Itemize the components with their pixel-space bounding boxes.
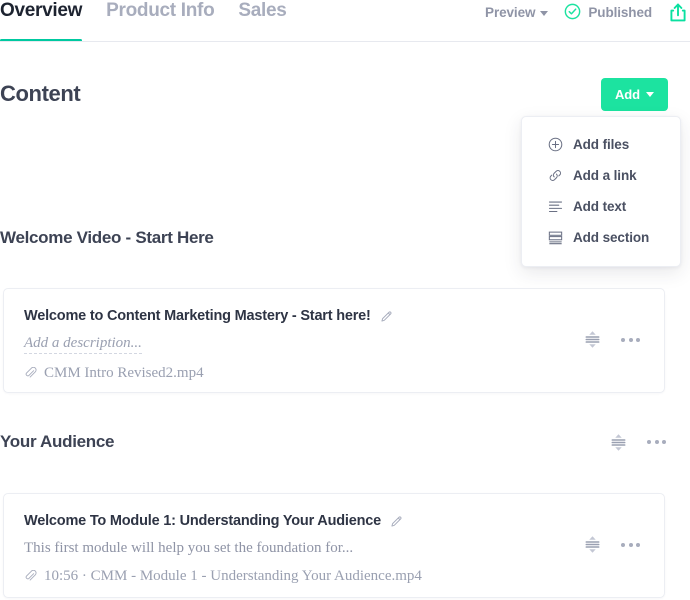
paperclip-icon (24, 367, 37, 380)
plus-circle-icon (548, 137, 563, 152)
menu-label: Add a link (573, 168, 637, 183)
published-status[interactable]: Published (564, 3, 652, 23)
card-description[interactable]: This first module will help you set the … (24, 540, 584, 557)
content-item-card[interactable]: Welcome to Content Marketing Mastery - S… (3, 288, 665, 393)
chevron-down-icon (646, 92, 654, 97)
share-upload-icon[interactable] (668, 2, 688, 23)
tab-divider (0, 41, 690, 42)
tab-product-info[interactable]: Product Info (106, 0, 215, 42)
section-stack-icon (548, 230, 563, 245)
page-title: Content (0, 81, 81, 106)
add-dropdown-menu: Add files Add a link Add text Add sectio… (521, 116, 681, 267)
tab-list: Overview Product Info Sales (0, 0, 287, 42)
preview-label: Preview (485, 5, 536, 20)
card-title: Welcome To Module 1: Understanding Your … (24, 513, 381, 529)
tab-sales[interactable]: Sales (238, 0, 286, 42)
more-horizontal-icon[interactable] (619, 539, 642, 551)
pencil-icon[interactable] (380, 310, 393, 323)
text-lines-icon (548, 199, 563, 214)
top-tab-bar: Overview Product Info Sales Preview Publ… (0, 0, 690, 42)
check-circle-icon (564, 3, 581, 23)
card-file-text: CMM Intro Revised2.mp4 (44, 365, 204, 381)
card-actions (584, 330, 642, 349)
add-button-label: Add (615, 86, 640, 102)
card-file-text: 10:56 · CMM - Module 1 - Understanding Y… (44, 568, 422, 584)
card-title: Welcome to Content Marketing Mastery - S… (24, 308, 371, 324)
published-label: Published (588, 5, 652, 20)
top-right-controls: Preview Published (485, 2, 688, 23)
add-button[interactable]: Add (601, 77, 668, 111)
paperclip-icon (24, 570, 37, 583)
section-title: Welcome Video - Start Here (0, 228, 214, 247)
card-file-meta: 10:56 · CMM - Module 1 - Understanding Y… (24, 568, 584, 585)
card-content: Welcome To Module 1: Understanding Your … (24, 513, 584, 585)
content-header: Content Add (0, 76, 690, 112)
drag-handle-icon[interactable] (584, 330, 601, 349)
chevron-down-icon (540, 11, 549, 16)
pencil-icon[interactable] (390, 515, 403, 528)
link-icon (548, 168, 563, 183)
section-header-your-audience: Your Audience (0, 432, 690, 452)
menu-item-add-files[interactable]: Add files (522, 129, 680, 160)
tab-overview[interactable]: Overview (0, 0, 82, 42)
card-actions (584, 535, 642, 554)
menu-item-add-section[interactable]: Add section (522, 222, 680, 253)
card-description[interactable]: Add a description... (24, 335, 142, 354)
content-item-card[interactable]: Welcome To Module 1: Understanding Your … (3, 493, 665, 598)
drag-handle-icon[interactable] (584, 535, 601, 554)
card-file-meta: CMM Intro Revised2.mp4 (24, 365, 584, 382)
menu-item-add-a-link[interactable]: Add a link (522, 160, 680, 191)
more-horizontal-icon[interactable] (619, 334, 642, 346)
menu-item-add-text[interactable]: Add text (522, 191, 680, 222)
menu-label: Add files (573, 137, 630, 152)
preview-dropdown-button[interactable]: Preview (485, 5, 549, 20)
menu-label: Add section (573, 230, 650, 245)
section-actions (610, 433, 668, 452)
card-content: Welcome to Content Marketing Mastery - S… (24, 308, 584, 382)
more-horizontal-icon[interactable] (645, 436, 668, 448)
drag-handle-icon[interactable] (610, 433, 627, 452)
menu-label: Add text (573, 199, 627, 214)
section-title: Your Audience (0, 432, 115, 451)
app-root: Overview Product Info Sales Preview Publ… (0, 0, 690, 600)
